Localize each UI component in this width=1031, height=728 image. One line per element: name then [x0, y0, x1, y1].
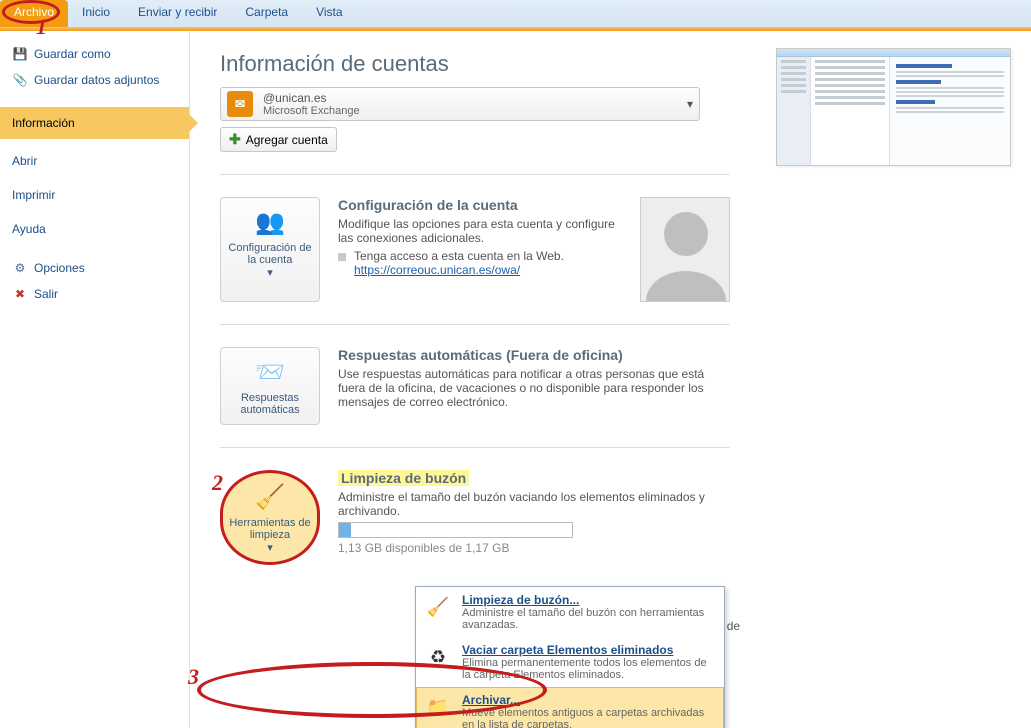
profile-avatar-placeholder: [640, 197, 730, 302]
ribbon-tabs: Archivo Inicio Enviar y recibir Carpeta …: [0, 0, 1031, 28]
section-heading: Respuestas automáticas (Fuera de oficina…: [338, 347, 730, 363]
sidebar-label: Salir: [34, 287, 58, 301]
sidebar-label: Guardar datos adjuntos: [34, 73, 159, 87]
cleanup-tools-label: Herramientas de limpieza: [227, 517, 313, 541]
dropdown-item-mailbox-cleanup[interactable]: 🧹 Limpieza de buzón... Administre el tam…: [416, 587, 724, 637]
attachment-icon: 📎: [12, 72, 28, 88]
tab-carpeta[interactable]: Carpeta: [231, 0, 302, 27]
sidebar-exit[interactable]: ✖ Salir: [0, 281, 189, 307]
cleanup-dropdown: 🧹 Limpieza de buzón... Administre el tam…: [415, 586, 725, 728]
mailbox-usage-text: 1,13 GB disponibles de 1,17 GB: [338, 541, 730, 555]
dropdown-item-desc: Mueve elementos antiguos a carpetas arch…: [462, 707, 716, 728]
tab-enviar-recibir[interactable]: Enviar y recibir: [124, 0, 231, 27]
section-description: Administre el tamaño del buzón vaciando …: [338, 490, 730, 518]
dropdown-item-empty-deleted[interactable]: ♻ Vaciar carpeta Elementos eliminados El…: [416, 637, 724, 687]
auto-replies-button[interactable]: 📨 Respuestas automáticas: [220, 347, 320, 425]
cleanup-tools-icon: 🧹: [227, 481, 313, 513]
dropdown-item-title: Archivar...: [462, 693, 716, 707]
divider: [220, 174, 730, 175]
chevron-down-icon: ▾: [227, 541, 313, 554]
sidebar-label: Abrir: [12, 154, 37, 168]
account-selector[interactable]: ✉ @unican.es Microsoft Exchange ▾: [220, 87, 700, 121]
divider: [220, 324, 730, 325]
sidebar-help[interactable]: Ayuda: [0, 217, 189, 241]
mailbox-cleanup-icon: 🧹: [424, 593, 452, 621]
recycle-icon: ♻: [424, 643, 452, 671]
chevron-down-icon: ▾: [225, 266, 315, 279]
section-auto-replies: 📨 Respuestas automáticas Respuestas auto…: [220, 347, 730, 425]
exchange-icon: ✉: [227, 91, 253, 117]
section-heading: Limpieza de buzón: [338, 470, 469, 486]
tab-archivo[interactable]: Archivo: [0, 0, 68, 27]
config-button-label: Configuración de la cuenta: [225, 242, 315, 266]
add-account-button[interactable]: ✚ Agregar cuenta: [220, 127, 337, 152]
sidebar-label: Información: [12, 116, 75, 130]
tab-inicio[interactable]: Inicio: [68, 0, 124, 27]
dropdown-item-title: Limpieza de buzón...: [462, 593, 716, 607]
owa-link[interactable]: https://correouc.unican.es/owa/: [354, 263, 520, 277]
section-mailbox-cleanup: 🧹 Herramientas de limpieza ▾ Limpieza de…: [220, 470, 730, 565]
section-description: Use respuestas automáticas para notifica…: [338, 367, 730, 409]
mailbox-usage-bar: [338, 522, 573, 538]
sidebar-save-attachments[interactable]: 📎 Guardar datos adjuntos: [0, 67, 189, 93]
save-as-icon: 💾: [12, 46, 28, 62]
dropdown-item-title: Vaciar carpeta Elementos eliminados: [462, 643, 716, 657]
config-account-button[interactable]: 👥 Configuración de la cuenta ▾: [220, 197, 320, 302]
sidebar-open[interactable]: Abrir: [0, 149, 189, 173]
sidebar-label: Imprimir: [12, 188, 55, 202]
exit-icon: ✖: [12, 286, 28, 302]
preview-thumbnail: [776, 48, 1011, 166]
sidebar-information[interactable]: Información: [0, 107, 189, 139]
account-type: Microsoft Exchange: [263, 105, 360, 117]
section-description: Modifique las opciones para esta cuenta …: [338, 217, 622, 245]
sidebar-print[interactable]: Imprimir: [0, 183, 189, 207]
auto-replies-label: Respuestas automáticas: [225, 392, 315, 416]
cleanup-tools-button[interactable]: 🧹 Herramientas de limpieza ▾: [220, 470, 320, 565]
auto-replies-icon: 📨: [225, 356, 315, 388]
sidebar-options[interactable]: ⚙ Opciones: [0, 255, 189, 281]
dropdown-item-archive[interactable]: 📁 Archivar... Mueve elementos antiguos a…: [416, 687, 724, 728]
backstage-sidebar: 💾 Guardar como 📎 Guardar datos adjuntos …: [0, 31, 190, 728]
add-account-label: Agregar cuenta: [246, 133, 328, 147]
dropdown-item-desc: Administre el tamaño del buzón con herra…: [462, 607, 716, 631]
options-icon: ⚙: [12, 260, 28, 276]
sidebar-label: Opciones: [34, 261, 85, 275]
archive-icon: 📁: [424, 693, 452, 721]
config-account-icon: 👥: [225, 206, 315, 238]
dropdown-item-desc: Elimina permanentemente todos los elemen…: [462, 657, 716, 681]
tab-vista[interactable]: Vista: [302, 0, 356, 27]
bullet-text: Tenga acceso a esta cuenta en la Web.: [354, 249, 564, 263]
plus-icon: ✚: [229, 131, 241, 148]
section-heading: Configuración de la cuenta: [338, 197, 622, 213]
sidebar-label: Guardar como: [34, 47, 111, 61]
bullet-icon: [338, 253, 346, 261]
sidebar-label: Ayuda: [12, 222, 46, 236]
divider: [220, 447, 730, 448]
section-account-config: 👥 Configuración de la cuenta ▾ Configura…: [220, 197, 730, 302]
account-email: @unican.es: [263, 91, 360, 105]
sidebar-save-as[interactable]: 💾 Guardar como: [0, 41, 189, 67]
chevron-down-icon: ▾: [687, 97, 693, 111]
